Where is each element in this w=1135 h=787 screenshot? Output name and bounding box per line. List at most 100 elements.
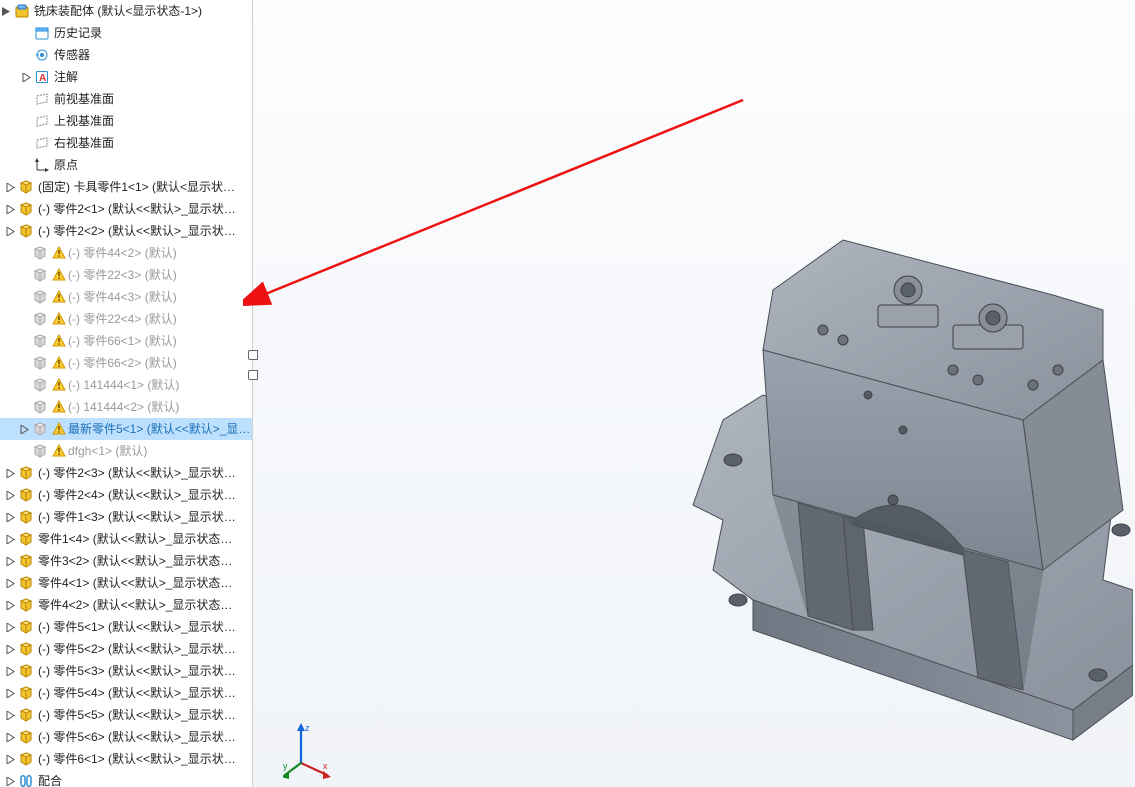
part-icon <box>32 443 48 459</box>
tree-component[interactable]: (-) 零件2<3> (默认<<默认>_显示状… <box>0 462 252 484</box>
tree-item-label: (-) 零件5<1> (默认<<默认>_显示状… <box>38 616 252 638</box>
axis-triad[interactable]: z x y <box>283 721 331 781</box>
tree-component[interactable]: 零件4<2> (默认<<默认>_显示状态… <box>0 594 252 616</box>
part-icon <box>18 707 34 723</box>
warning-icon <box>52 444 66 458</box>
part-icon <box>18 663 34 679</box>
expand-icon[interactable] <box>5 182 16 193</box>
panel-resize-handle[interactable] <box>248 350 258 380</box>
tree-item[interactable]: 上视基准面 <box>0 110 252 132</box>
tree-component[interactable]: 零件1<4> (默认<<默认>_显示状态… <box>0 528 252 550</box>
expand-icon[interactable] <box>19 424 30 435</box>
tree-component[interactable]: (-) 零件5<3> (默认<<默认>_显示状… <box>0 660 252 682</box>
part-icon <box>32 267 48 283</box>
expand-icon[interactable] <box>5 226 16 237</box>
tree-component[interactable]: 零件3<2> (默认<<默认>_显示状态… <box>0 550 252 572</box>
tree-item[interactable]: 右视基准面 <box>0 132 252 154</box>
plane-icon <box>34 135 50 151</box>
expand-icon[interactable] <box>5 204 16 215</box>
tree-component[interactable]: (-) 零件66<1> (默认) <box>0 330 252 352</box>
graphics-viewport[interactable]: z x y <box>253 0 1135 787</box>
warning-icon <box>52 356 66 370</box>
axis-z-label: z <box>305 723 310 733</box>
part-icon <box>18 201 34 217</box>
tree-item-label: (-) 零件5<4> (默认<<默认>_显示状… <box>38 682 252 704</box>
tree-component[interactable]: 最新零件5<1> (默认<<默认>_显… <box>0 418 252 440</box>
tree-component[interactable]: (-) 零件2<4> (默认<<默认>_显示状… <box>0 484 252 506</box>
expand-icon[interactable] <box>5 666 16 677</box>
warning-icon <box>52 246 66 260</box>
tree-component[interactable]: (-) 零件5<5> (默认<<默认>_显示状… <box>0 704 252 726</box>
expand-icon[interactable] <box>5 776 16 787</box>
tree-component[interactable]: (固定) 卡具零件1<1> (默认<显示状… <box>0 176 252 198</box>
feature-tree-panel[interactable]: 铣床装配体 (默认<显示状态-1>) 历史记录传感器A注解前视基准面上视基准面右… <box>0 0 253 787</box>
part-icon <box>18 531 34 547</box>
mates-label: 配合 <box>38 770 252 787</box>
expand-icon[interactable] <box>5 468 16 479</box>
part-icon <box>32 399 48 415</box>
expand-icon[interactable] <box>5 622 16 633</box>
part-icon <box>32 333 48 349</box>
tree-item-label: (-) 零件5<5> (默认<<默认>_显示状… <box>38 704 252 726</box>
expand-icon[interactable] <box>5 578 16 589</box>
expand-icon[interactable] <box>5 512 16 523</box>
origin-icon <box>34 157 50 173</box>
tree-component[interactable]: (-) 零件2<2> (默认<<默认>_显示状… <box>0 220 252 242</box>
expand-icon[interactable] <box>1 6 12 17</box>
tree-component[interactable]: (-) 零件22<3> (默认) <box>0 264 252 286</box>
part-icon <box>32 245 48 261</box>
model-3d-view[interactable] <box>253 0 1133 787</box>
tree-component[interactable]: 零件4<1> (默认<<默认>_显示状态… <box>0 572 252 594</box>
tree-component[interactable]: (-) 零件2<1> (默认<<默认>_显示状… <box>0 198 252 220</box>
tree-component[interactable]: (-) 零件6<1> (默认<<默认>_显示状… <box>0 748 252 770</box>
warning-icon <box>52 290 66 304</box>
tree-item[interactable]: 历史记录 <box>0 22 252 44</box>
tree-component[interactable]: (-) 零件44<2> (默认) <box>0 242 252 264</box>
tree-component[interactable]: dfgh<1> (默认) <box>0 440 252 462</box>
tree-root[interactable]: 铣床装配体 (默认<显示状态-1>) <box>0 0 252 22</box>
tree-item[interactable]: 前视基准面 <box>0 88 252 110</box>
expand-icon[interactable] <box>21 72 32 83</box>
tree-item-label: (-) 零件22<4> (默认) <box>68 308 252 330</box>
part-icon <box>18 179 34 195</box>
tree-component[interactable]: (-) 141444<2> (默认) <box>0 396 252 418</box>
expand-icon[interactable] <box>5 600 16 611</box>
part-icon <box>18 487 34 503</box>
plane-icon <box>34 91 50 107</box>
part-icon <box>18 751 34 767</box>
expand-icon[interactable] <box>5 732 16 743</box>
sensor-icon <box>34 47 50 63</box>
tree-component[interactable]: (-) 零件5<4> (默认<<默认>_显示状… <box>0 682 252 704</box>
tree-component[interactable]: (-) 零件22<4> (默认) <box>0 308 252 330</box>
tree-item-label: (-) 零件5<2> (默认<<默认>_显示状… <box>38 638 252 660</box>
tree-root-label: 铣床装配体 (默认<显示状态-1>) <box>34 0 252 22</box>
tree-component[interactable]: (-) 零件1<3> (默认<<默认>_显示状… <box>0 506 252 528</box>
tree-item[interactable]: A注解 <box>0 66 252 88</box>
tree-component[interactable]: (-) 141444<1> (默认) <box>0 374 252 396</box>
tree-component[interactable]: (-) 零件5<1> (默认<<默认>_显示状… <box>0 616 252 638</box>
tree-component[interactable]: (-) 零件44<3> (默认) <box>0 286 252 308</box>
expand-icon[interactable] <box>5 710 16 721</box>
annot-icon: A <box>34 69 50 85</box>
tree-item-label: (-) 零件44<3> (默认) <box>68 286 252 308</box>
expand-icon[interactable] <box>5 490 16 501</box>
tree-item-mates[interactable]: 配合 <box>0 770 252 787</box>
tree-item-label: 右视基准面 <box>54 132 252 154</box>
tree-item[interactable]: 传感器 <box>0 44 252 66</box>
tree-item-label: 前视基准面 <box>54 88 252 110</box>
tree-component[interactable]: (-) 零件5<2> (默认<<默认>_显示状… <box>0 638 252 660</box>
expand-icon[interactable] <box>5 688 16 699</box>
part-icon <box>18 223 34 239</box>
tree-component[interactable]: (-) 零件5<6> (默认<<默认>_显示状… <box>0 726 252 748</box>
plane-icon <box>34 113 50 129</box>
expand-icon[interactable] <box>5 754 16 765</box>
expand-icon[interactable] <box>5 644 16 655</box>
tree-item[interactable]: 原点 <box>0 154 252 176</box>
part-icon <box>18 619 34 635</box>
warning-icon <box>52 334 66 348</box>
tree-item-label: (-) 零件66<1> (默认) <box>68 330 252 352</box>
expand-icon[interactable] <box>5 534 16 545</box>
part-icon <box>18 553 34 569</box>
tree-component[interactable]: (-) 零件66<2> (默认) <box>0 352 252 374</box>
expand-icon[interactable] <box>5 556 16 567</box>
